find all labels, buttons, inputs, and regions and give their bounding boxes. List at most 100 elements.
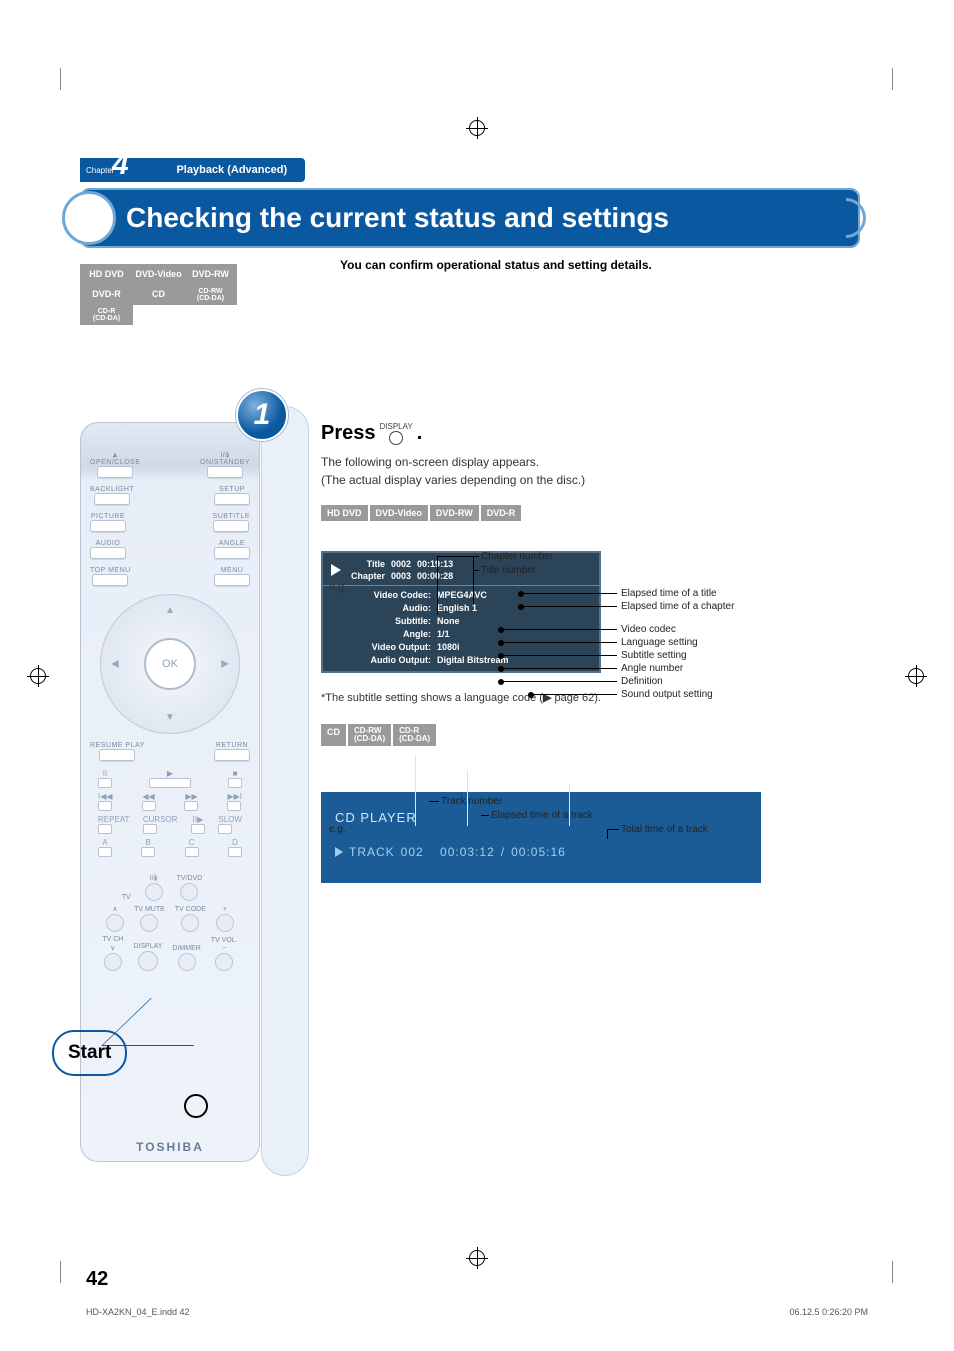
arrow-right-icon: ▶ [221,659,229,670]
footer-file: HD-XA2KN_04_E.indd 42 [86,1307,190,1317]
page-number: 42 [86,1268,108,1291]
badge-cdr: CD-R (CD-DA) [81,305,133,325]
display-icon-label: DISPLAY [380,422,413,431]
badge-cdrw: CD-RW (CD-DA) [185,285,237,305]
lbl-tvvol: TV VOL. [211,937,238,944]
lbl-chapter-number: Chapter number [481,551,553,562]
btn-repeat: REPEAT [98,815,129,824]
step-tab: 1 [261,406,309,1176]
btn-step: II▶ [191,815,205,824]
lbl-track-elapsed: Elapsed time of a track [491,810,593,821]
tab-cdr: CD-R (CD-DA) [393,724,436,746]
tab-dvdrw: DVD-RW [430,505,479,521]
osd-vcodec-v: MPEG4AVC [437,590,591,600]
skip-back-icon: I◀◀ [98,792,113,801]
tab-cdrw: CD-RW (CD-DA) [348,724,391,746]
btn-d: D [228,838,242,847]
press-label: Press [321,422,376,445]
lbl-tvdvd: TV/DVD [177,875,203,882]
badge-dvdr: DVD-R [81,285,133,305]
start-callout: Start [52,1030,127,1076]
btn-resume: RESUME PLAY [90,742,145,749]
cl-angle: Angle number [621,663,683,674]
eg-label: e.g. [329,581,347,593]
osd-aout-k: Audio Output: [331,655,431,665]
osd-angle-v: 1/1 [437,629,591,639]
lbl-iphi: I/ϕ [150,875,158,882]
brand-logo: TOSHIBA [80,1140,260,1154]
badge-hddvd: HD DVD [81,265,133,285]
osd-aout-v: Digital Bitstream [437,655,591,665]
cd-eg-label: e.g. [329,824,346,835]
lbl-tv: TV [122,894,131,901]
btn-backlight: BACKLIGHT [90,486,134,493]
btn-openclose: OPEN/CLOSE [90,459,141,466]
lbl-tvcode: TV CODE [175,906,206,913]
osd-title-v: 0002 [391,559,411,569]
badge-dvdrw: DVD-RW [185,265,237,285]
tab-hddvd: HD DVD [321,505,368,521]
btn-subtitle: SUBTITLE [213,513,250,520]
cl-subtitle: Subtitle setting [621,650,687,661]
cl-lang: Language setting [621,637,698,648]
tab-dvdr: DVD-R [481,505,522,521]
badge-dvdvideo: DVD-Video [133,265,185,285]
intro-text: You can confirm operational status and s… [340,258,652,272]
btn-return: RETURN [216,742,248,749]
osd-vout-k: Video Output: [331,642,431,652]
osd-subtitle-v: None [437,616,591,626]
cd-track-label: TRACK [349,845,395,859]
badge-cd: CD [133,285,185,305]
display-button-icon: DISPLAY [380,422,413,445]
lbl-track-number: Track number [441,796,502,807]
cd-play-icon [335,847,343,857]
lbl-tvmute: TV MUTE [134,906,165,913]
osd-angle-k: Angle: [331,629,431,639]
press-period: . [417,422,423,445]
play-icon [331,564,341,576]
press-instruction: Press DISPLAY . [321,422,855,445]
ok-button: OK [144,638,196,690]
btn-b: B [141,838,155,847]
arrow-up-icon: ▲ [165,605,175,616]
step-number: 1 [236,389,288,441]
cd-total: 00:05:16 [511,845,566,859]
chapter-title: Playback (Advanced) [176,164,287,176]
subnote-prefix: *The subtitle setting shows a language c… [321,692,543,704]
btn-topmenu: TOP MENU [90,567,131,574]
step-line2: (The actual display varies depending on … [321,471,855,489]
tab-cd: CD [321,724,346,746]
cl-sound: Sound output setting [621,689,713,700]
page-title-banner: Checking the current status and settings [80,188,860,248]
btn-audio: AUDIO [96,540,121,547]
lbl-dimmer: DIMMER [172,945,200,952]
osd-title-k: Title [351,559,385,569]
cl-definition: Definition [621,676,663,687]
stop-icon: ■ [228,769,242,778]
osd-audio-k: Audio: [331,603,431,613]
arrow-down-icon: ▼ [165,712,175,723]
rewind-icon: ◀◀ [142,792,156,801]
osd-chapter-v: 0003 [391,571,411,581]
cd-elapsed: 00:03:12 [440,845,495,859]
step-line1: The following on-screen display appears. [321,453,855,471]
lbl-tvch: TV CH [102,936,123,943]
chapter-number: 4 [112,148,129,182]
cd-osd-panel: CD PLAYER TRACK 002 00:03:12 / 00:05:16 [321,792,761,883]
btn-cursor: CURSOR [143,815,178,824]
osd-vout-v: 1080i [437,642,591,652]
lbl-display: DISPLAY [133,943,162,950]
cl-vcodec: Video codec [621,624,676,635]
lbl-title-number: Title number [481,565,536,576]
subtitle-note: *The subtitle setting shows a language c… [321,691,855,704]
btn-setup: SETUP [219,486,245,493]
cd-track-num: 002 [401,845,424,859]
osd-subtitle-k: Subtitle: [331,616,431,626]
osd-chapter-k: Chapter [351,571,385,581]
btn-angle: ANGLE [219,540,245,547]
chapter-tab: Chapter 4 Playback (Advanced) [80,158,305,182]
btn-slow: SLOW [218,815,242,824]
lbl-track-total: Total time of a track [621,824,708,835]
skip-fwd-icon: ▶▶I [227,792,242,801]
disc-type-badges: HD DVD DVD-Video DVD-RW DVD-R CD CD-RW (… [80,264,237,325]
